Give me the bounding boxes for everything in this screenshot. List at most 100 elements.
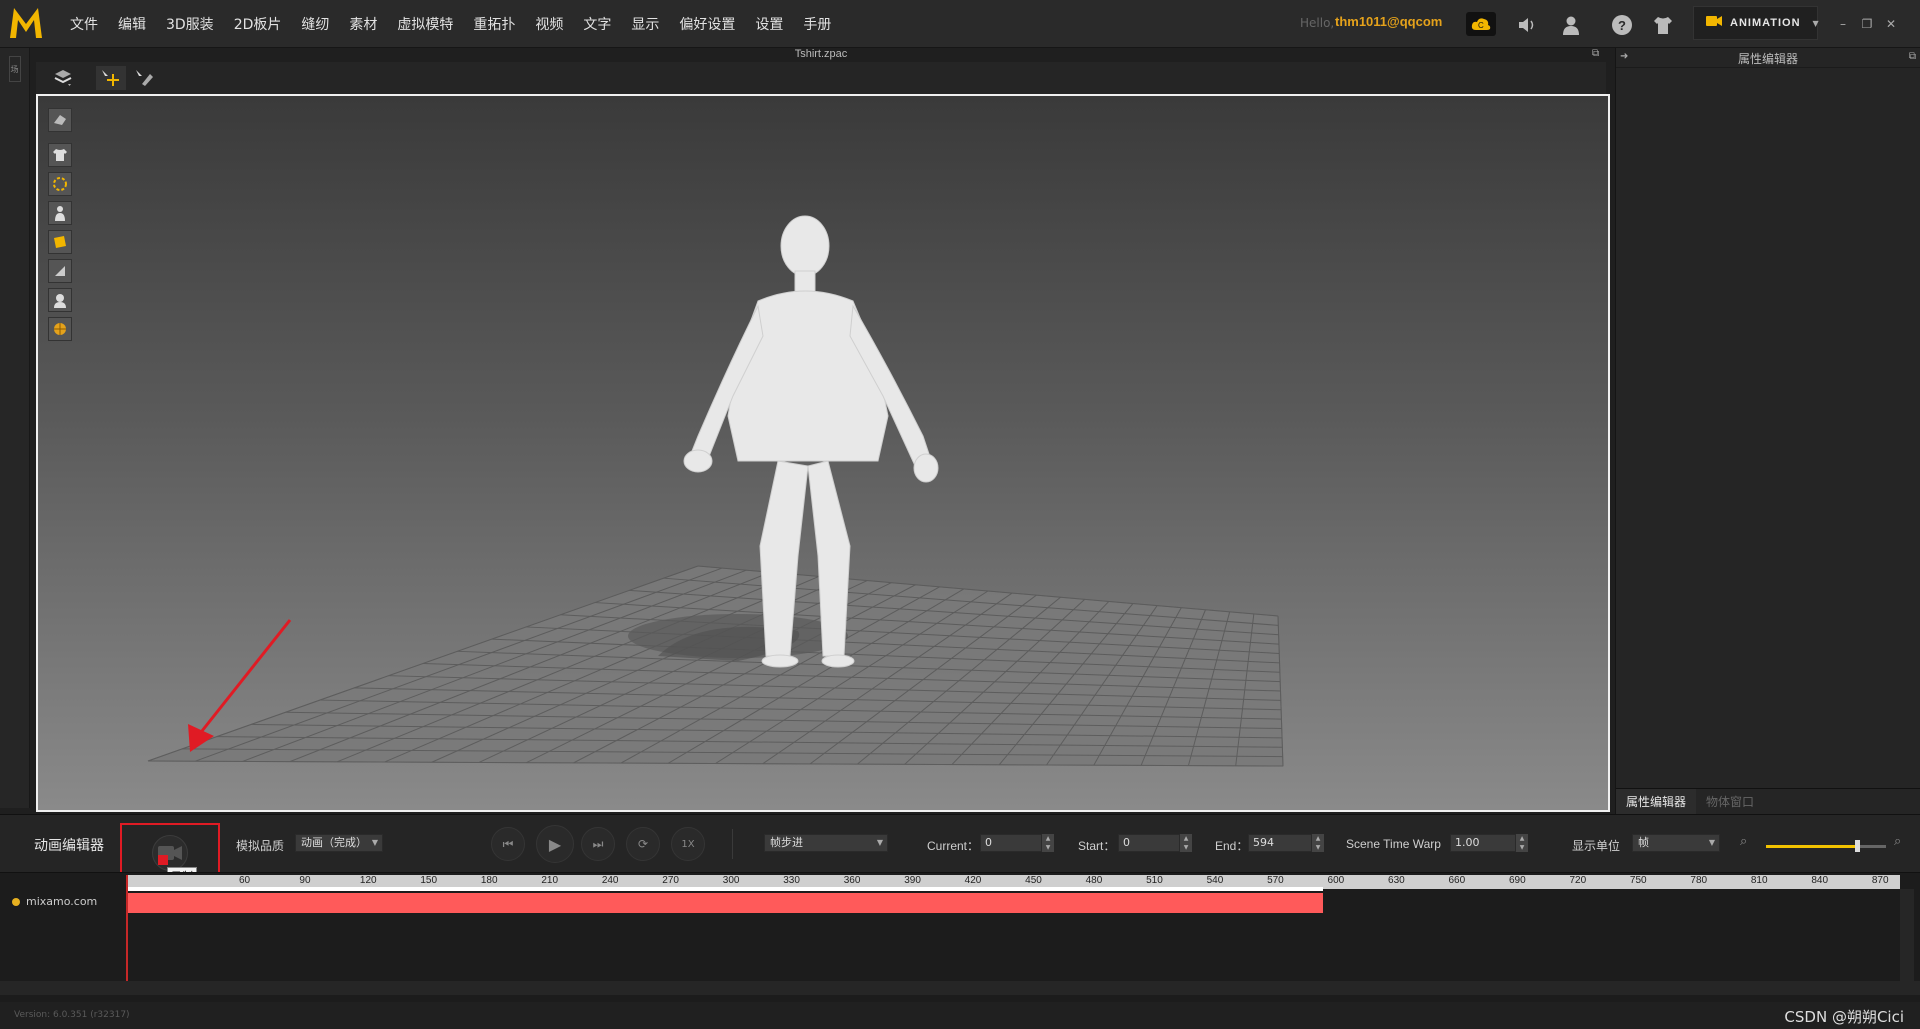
menu-item-4[interactable]: 缝纫 [291, 0, 339, 48]
tab-property-editor[interactable]: 属性编辑器 [1616, 789, 1697, 814]
tab-object-browser[interactable]: 物体窗口 [1696, 789, 1764, 814]
menu-item-13[interactable]: 手册 [793, 0, 841, 48]
menu-item-7[interactable]: 重拓扑 [463, 0, 525, 48]
mode-selector[interactable]: ANIMATION ▼ [1693, 6, 1819, 40]
edit-tool-icon[interactable] [130, 66, 160, 90]
property-editor-title: 属性编辑器 [1616, 48, 1920, 68]
close-icon[interactable]: ✕ [1880, 14, 1902, 34]
menu-item-12[interactable]: 设置 [745, 0, 793, 48]
skip-to-end-button[interactable]: ⏭ [581, 827, 615, 861]
help-icon[interactable]: ? [1609, 12, 1635, 38]
3d-viewport[interactable] [36, 94, 1610, 812]
restore-icon[interactable]: ❐ [1856, 14, 1878, 34]
ruler-tick: 330 [783, 875, 800, 886]
current-field[interactable]: 0 [980, 834, 1042, 852]
menu-item-0[interactable]: 文件 [60, 0, 108, 48]
end-field[interactable]: 594 [1248, 834, 1312, 852]
track-label[interactable]: mixamo.com [12, 895, 97, 908]
menu-item-5[interactable]: 素材 [339, 0, 387, 48]
speed-label: 1X [681, 838, 695, 850]
timeline-panel[interactable]: 60 90 120 150 180 210 240 270 300 330 360 390 420 450… [0, 872, 1920, 1002]
zoom-slider-fill [1766, 845, 1858, 848]
time-warp-field[interactable]: 1.00 [1450, 834, 1516, 852]
scene-tab[interactable]: 场 [9, 56, 21, 82]
move-tool-icon[interactable] [96, 66, 126, 90]
pin-icon[interactable] [48, 259, 72, 283]
start-spinner[interactable]: ▲ ▼ [1180, 834, 1192, 852]
particle-icon[interactable] [48, 172, 72, 196]
svg-text:?: ? [1618, 18, 1626, 33]
track-name: mixamo.com [26, 895, 98, 908]
menu-item-3[interactable]: 2D板片 [224, 0, 292, 48]
display-unit-select[interactable]: 帧 ▼ [1632, 834, 1720, 852]
ruler-tick: 90 [299, 875, 311, 886]
avatar-display-icon[interactable] [48, 201, 72, 225]
skip-to-start-button[interactable]: ⏮ [491, 827, 525, 861]
animation-editor-title: 动画编辑器 [34, 838, 104, 854]
speed-button[interactable]: 1X [671, 827, 705, 861]
garment-display-icon[interactable] [48, 143, 72, 167]
zoom-slider-knob[interactable] [1855, 840, 1861, 852]
start-field[interactable]: 0 [1118, 834, 1180, 852]
playhead[interactable] [126, 875, 128, 985]
animation-clip[interactable] [126, 893, 1324, 913]
quality-select[interactable]: 动画（完成） ▼ [295, 834, 383, 852]
globe-icon[interactable] [48, 317, 72, 341]
ruler-tick: 810 [1750, 875, 1768, 886]
chevron-down-icon: ▼ [1812, 18, 1819, 28]
camera-view-icon[interactable] [48, 108, 72, 132]
ruler-tick: 210 [541, 875, 559, 886]
minimize-icon[interactable]: – [1832, 14, 1854, 34]
layer-dropdown-icon[interactable] [48, 66, 78, 90]
ruler-tick: 630 [1388, 875, 1405, 886]
menu-item-9[interactable]: 文字 [573, 0, 621, 48]
ruler-tick: 750 [1629, 875, 1647, 886]
ruler-tick: 600 [1327, 875, 1345, 886]
record-button[interactable] [152, 835, 188, 871]
panel-popout-icon[interactable]: ⧉ [1909, 51, 1916, 62]
status-bar: Version: 6.0.351 (r32317) CSDN @朔朔Cici [0, 1002, 1920, 1029]
step-select[interactable]: 帧步进 ▼ [764, 834, 888, 852]
user-name[interactable]: thm1011@qqcom [1335, 14, 1442, 29]
popout-icon[interactable]: ⧉ [1592, 48, 1604, 60]
avatar-head-icon[interactable] [48, 288, 72, 312]
ruler-tick: 510 [1146, 875, 1163, 886]
menu-item-2[interactable]: 3D服装 [156, 0, 224, 48]
ruler-tick: 480 [1085, 875, 1103, 886]
menu-item-6[interactable]: 虚拟模特 [387, 0, 463, 48]
app-window: 文件 编辑 3D服装 2D板片 缝纫 素材 虚拟模特 重拓扑 视频 文字 显示 偏好设置 设置 手册 He… [0, 0, 1920, 1029]
zoom-in-icon[interactable]: ⌕ [1894, 834, 1901, 849]
garment-icon[interactable] [1650, 12, 1676, 38]
play-button[interactable]: ▶ [536, 825, 574, 863]
end-spinner[interactable]: ▲ ▼ [1312, 834, 1324, 852]
speaker-icon[interactable] [1514, 12, 1540, 38]
menu-item-8[interactable]: 视频 [525, 0, 573, 48]
chevron-down-icon: ▼ [1708, 838, 1715, 847]
loop-button[interactable]: ⟳ [626, 827, 660, 861]
ruler-tick: 540 [1206, 875, 1224, 886]
dock-arrow-icon[interactable]: ➜ [1620, 51, 1628, 62]
ruler-tick: 120 [359, 875, 377, 886]
cloud-icon[interactable]: C [1466, 12, 1496, 36]
timeline-horizontal-scrollbar[interactable] [0, 981, 1920, 995]
scene-render [147, 215, 1284, 767]
divider [732, 829, 733, 859]
ruler-tick: 450 [1025, 875, 1042, 886]
start-label: Start： [1078, 839, 1116, 853]
zoom-slider[interactable] [1766, 840, 1886, 852]
current-spinner[interactable]: ▲ ▼ [1042, 834, 1054, 852]
version-label: Version: 6.0.351 (r32317) [14, 1010, 130, 1020]
menu-item-1[interactable]: 编辑 [108, 0, 156, 48]
menu-item-10[interactable]: 显示 [621, 0, 669, 48]
ruler-tick: 840 [1811, 875, 1829, 886]
timeline-vertical-scrollbar[interactable] [1900, 889, 1914, 981]
menu-item-11[interactable]: 偏好设置 [669, 0, 745, 48]
track-dot-icon [12, 897, 20, 906]
quality-value: 动画（完成） [301, 836, 367, 849]
time-warp-spinner[interactable]: ▲ ▼ [1516, 834, 1528, 852]
fabric-icon[interactable] [48, 230, 72, 254]
user-icon[interactable] [1558, 12, 1584, 38]
chevron-down-icon: ▼ [876, 838, 883, 847]
ruler-tick: 180 [480, 875, 498, 886]
zoom-out-icon[interactable]: ⌕ [1740, 834, 1747, 849]
